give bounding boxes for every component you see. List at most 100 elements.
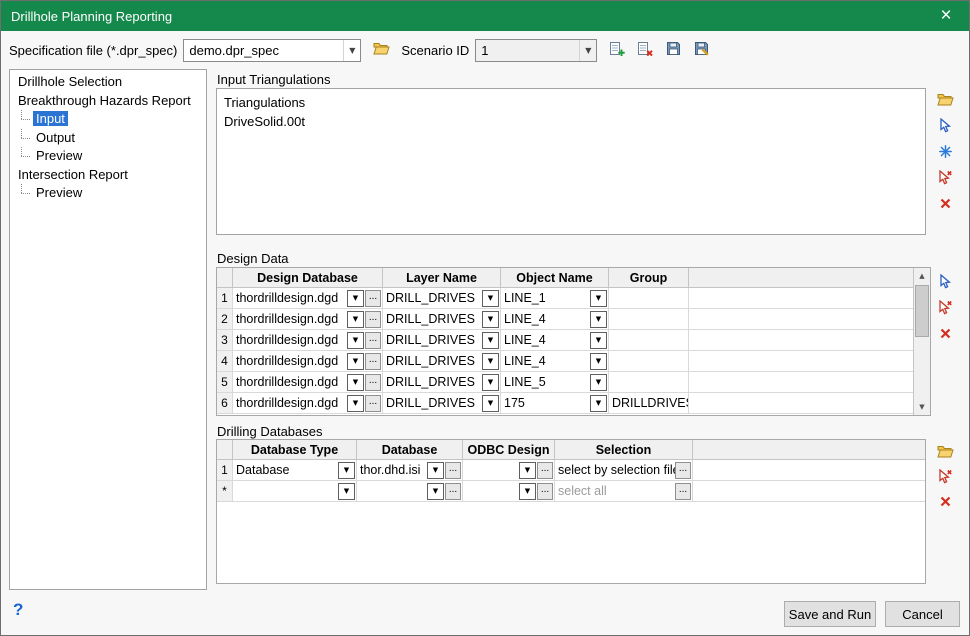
chevron-down-icon[interactable]: ▼ xyxy=(427,483,444,500)
scenario-id-combobox[interactable]: 1 ▼ xyxy=(475,39,597,62)
tree-item-preview-intersection[interactable]: Preview xyxy=(10,184,206,203)
row-number[interactable]: * xyxy=(217,481,233,501)
object-name-cell[interactable]: LINE_1 ▼ xyxy=(501,288,609,308)
chevron-down-icon[interactable]: ▼ xyxy=(590,332,607,349)
row-number[interactable]: 5 xyxy=(217,372,233,392)
row-number[interactable]: 1 xyxy=(217,288,233,308)
chevron-down-icon[interactable]: ▼ xyxy=(590,374,607,391)
chevron-down-icon[interactable]: ▼ xyxy=(427,462,444,479)
open-folder-icon[interactable] xyxy=(935,443,955,460)
remove-x-icon[interactable] xyxy=(935,325,955,342)
chevron-down-icon[interactable]: ▼ xyxy=(347,374,364,391)
row-number[interactable]: 4 xyxy=(217,351,233,371)
browse-button[interactable]: ... xyxy=(365,395,381,412)
delete-scenario-button[interactable] xyxy=(633,38,657,62)
browse-button[interactable]: ... xyxy=(365,332,381,349)
object-name-cell[interactable]: LINE_5 ▼ xyxy=(501,372,609,392)
design-database-cell[interactable]: thordrilldesign.dgd ▼ ... xyxy=(233,393,383,413)
browse-button[interactable]: ... xyxy=(675,483,691,500)
browse-spec-file-button[interactable] xyxy=(369,38,393,62)
layer-name-cell[interactable]: DRILL_DRIVES ▼ xyxy=(383,351,501,371)
tree-item-output[interactable]: Output xyxy=(10,129,206,148)
new-scenario-button[interactable] xyxy=(605,38,629,62)
chevron-down-icon[interactable]: ▼ xyxy=(519,483,536,500)
chevron-down-icon[interactable]: ▼ xyxy=(482,290,499,307)
browse-button[interactable]: ... xyxy=(365,374,381,391)
object-name-cell[interactable]: LINE_4 ▼ xyxy=(501,309,609,329)
chevron-down-icon[interactable]: ▼ xyxy=(590,353,607,370)
unpick-cursor-icon[interactable] xyxy=(935,468,955,485)
remove-x-icon[interactable] xyxy=(935,493,955,510)
save-scenario-button[interactable] xyxy=(661,38,685,62)
selection-cell[interactable]: select all ... xyxy=(555,481,693,501)
design-database-cell[interactable]: thordrilldesign.dgd ▼ ... xyxy=(233,288,383,308)
scroll-up-button[interactable]: ▲ xyxy=(914,268,930,284)
group-cell[interactable] xyxy=(609,372,689,392)
layer-name-cell[interactable]: DRILL_DRIVES ▼ xyxy=(383,372,501,392)
group-cell[interactable]: DRILLDRIVES xyxy=(609,393,689,413)
scrollbar-thumb[interactable] xyxy=(915,285,929,337)
vertical-scrollbar[interactable]: ▲ ▼ xyxy=(913,268,930,415)
chevron-down-icon[interactable]: ▼ xyxy=(482,353,499,370)
row-number[interactable]: 6 xyxy=(217,393,233,413)
design-database-cell[interactable]: thordrilldesign.dgd ▼ ... xyxy=(233,330,383,350)
chevron-down-icon[interactable]: ▼ xyxy=(482,332,499,349)
cancel-button[interactable]: Cancel xyxy=(885,601,960,627)
database-type-cell[interactable]: ▼ xyxy=(233,481,357,501)
chevron-down-icon[interactable]: ▼ xyxy=(482,311,499,328)
layer-name-cell[interactable]: DRILL_DRIVES ▼ xyxy=(383,288,501,308)
unpick-cursor-icon[interactable] xyxy=(935,169,955,186)
database-cell[interactable]: thor.dhd.isi ▼ ... xyxy=(357,460,463,480)
group-cell[interactable] xyxy=(609,288,689,308)
chevron-down-icon[interactable]: ▼ xyxy=(590,395,607,412)
browse-button[interactable]: ... xyxy=(537,462,553,479)
design-database-cell[interactable]: thordrilldesign.dgd ▼ ... xyxy=(233,351,383,371)
odbc-design-cell[interactable]: ▼ ... xyxy=(463,481,555,501)
group-cell[interactable] xyxy=(609,330,689,350)
tree-item-drillhole-selection[interactable]: Drillhole Selection xyxy=(10,73,206,92)
chevron-down-icon[interactable]: ▼ xyxy=(347,311,364,328)
database-type-cell[interactable]: Database ▼ xyxy=(233,460,357,480)
pick-cursor-icon[interactable] xyxy=(935,117,955,134)
remove-x-icon[interactable] xyxy=(935,195,955,212)
object-name-cell[interactable]: LINE_4 ▼ xyxy=(501,330,609,350)
browse-button[interactable]: ... xyxy=(445,462,461,479)
object-name-cell[interactable]: LINE_4 ▼ xyxy=(501,351,609,371)
chevron-down-icon[interactable]: ▼ xyxy=(343,40,360,61)
browse-button[interactable]: ... xyxy=(675,462,691,479)
layer-name-cell[interactable]: DRILL_DRIVES ▼ xyxy=(383,330,501,350)
tree-item-breakthrough-hazards-report[interactable]: Breakthrough Hazards Report xyxy=(10,92,206,111)
row-number[interactable]: 1 xyxy=(217,460,233,480)
tree-item-intersection-report[interactable]: Intersection Report xyxy=(10,166,206,185)
chevron-down-icon[interactable]: ▼ xyxy=(338,483,355,500)
save-as-scenario-button[interactable] xyxy=(689,38,713,62)
help-icon[interactable]: ? xyxy=(13,600,23,620)
chevron-down-icon[interactable]: ▼ xyxy=(482,374,499,391)
browse-button[interactable]: ... xyxy=(445,483,461,500)
triangulations-group-item[interactable]: Triangulations xyxy=(224,93,918,112)
tree-item-input[interactable]: Input xyxy=(10,110,206,129)
layer-name-cell[interactable]: DRILL_DRIVES ▼ xyxy=(383,393,501,413)
browse-button[interactable]: ... xyxy=(365,290,381,307)
chevron-down-icon[interactable]: ▼ xyxy=(590,311,607,328)
row-number[interactable]: 3 xyxy=(217,330,233,350)
chevron-down-icon[interactable]: ▼ xyxy=(579,40,596,61)
save-and-run-button[interactable]: Save and Run xyxy=(784,601,876,627)
database-cell[interactable]: ▼ ... xyxy=(357,481,463,501)
chevron-down-icon[interactable]: ▼ xyxy=(338,462,355,479)
chevron-down-icon[interactable]: ▼ xyxy=(590,290,607,307)
chevron-down-icon[interactable]: ▼ xyxy=(347,395,364,412)
design-database-cell[interactable]: thordrilldesign.dgd ▼ ... xyxy=(233,372,383,392)
chevron-down-icon[interactable]: ▼ xyxy=(347,332,364,349)
chevron-down-icon[interactable]: ▼ xyxy=(519,462,536,479)
selection-cell[interactable]: select by selection file ... xyxy=(555,460,693,480)
odbc-design-cell[interactable]: ▼ ... xyxy=(463,460,555,480)
row-number[interactable]: 2 xyxy=(217,309,233,329)
design-database-cell[interactable]: thordrilldesign.dgd ▼ ... xyxy=(233,309,383,329)
close-button[interactable]: × xyxy=(933,3,959,29)
object-name-cell[interactable]: 175 ▼ xyxy=(501,393,609,413)
open-folder-icon[interactable] xyxy=(935,91,955,108)
triangulation-file-item[interactable]: DriveSolid.00t xyxy=(224,112,918,131)
pick-cursor-icon[interactable] xyxy=(935,273,955,290)
chevron-down-icon[interactable]: ▼ xyxy=(482,395,499,412)
